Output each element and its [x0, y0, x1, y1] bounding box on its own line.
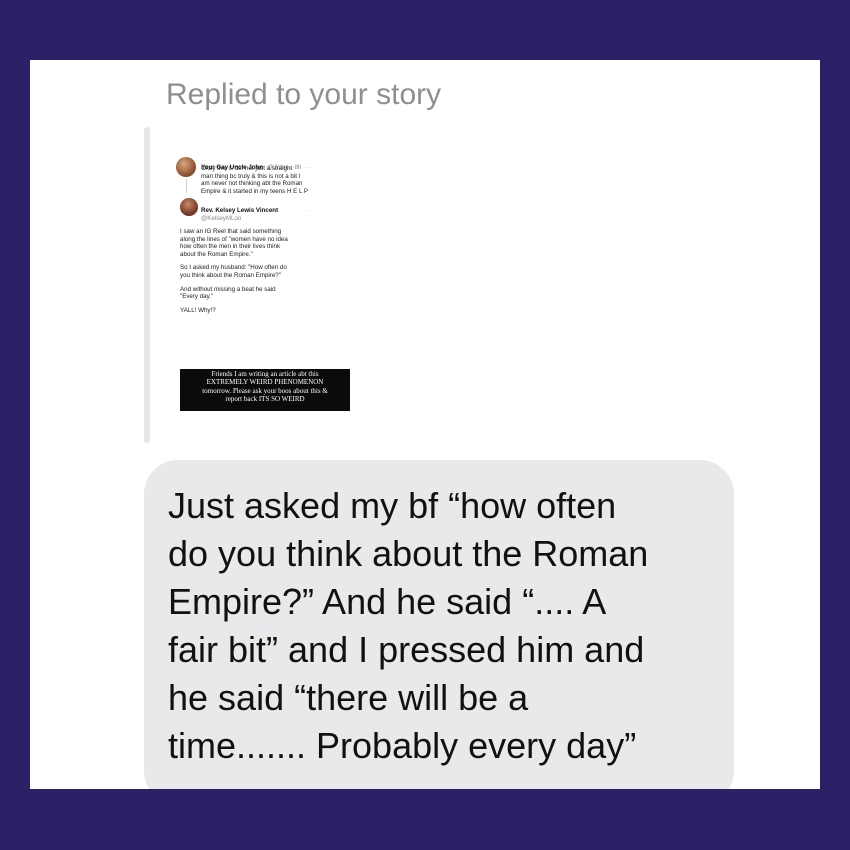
tweet-text-line: I saw an IG Reel that said something	[180, 228, 282, 235]
message-line: he said “there will be a	[168, 677, 529, 718]
tweet-text-line: Okay this is def not just a straight	[201, 165, 293, 172]
story-reply-bar	[144, 127, 150, 443]
avatar	[180, 198, 198, 216]
story-caption-line: report back ITS SO WEIRD	[225, 395, 305, 404]
story-caption-line: Friends I am writing an article abt this	[211, 370, 319, 378]
replied-to-story-label: Replied to your story	[166, 78, 442, 111]
message-line: do you think about the Roman	[168, 533, 649, 574]
conversation-card: Replied to your story Your Gay Uncle Joh…	[30, 60, 820, 789]
tweet-body: I saw an IG Reel that said something alo…	[180, 228, 288, 314]
message-text: Just asked my bf “how often do you think…	[168, 482, 648, 770]
tweet-text-line: how often the men in their lives think	[180, 243, 281, 251]
tweet-text-line: And without missing a beat he said	[180, 285, 276, 293]
story-caption: Friends I am writing an article abt this…	[180, 369, 350, 411]
tweet-text-line: man thing bc truly & this is not a bit I	[201, 172, 301, 180]
tweet-body: Okay this is def not just a straight man…	[201, 165, 308, 195]
tweet-text-line: about the Roman Empire."	[180, 250, 253, 258]
tweet-text-line: Empire & it started in my teens H E L P	[201, 187, 309, 195]
thread-connector	[186, 179, 187, 193]
tweet-text-line: YALL! Why!?	[180, 306, 216, 314]
story-caption-line: EXTREMELY WEIRD PHENOMENON	[206, 378, 324, 387]
tweet-author-handle: @KelseyMLoo	[201, 215, 242, 222]
message-line: Just asked my bf “how often	[168, 485, 617, 526]
tweet-text-line: along the lines of "women have no idea	[180, 235, 288, 243]
tweet-text-line: you think about the Roman Empire?"	[180, 271, 281, 279]
message-line: fair bit” and I pressed him and	[168, 629, 645, 670]
tweet-author-handle-row: @KelseyMLoo	[201, 207, 241, 225]
avatar	[176, 157, 196, 177]
tweet-text-line: am never not thinking abt the Roman	[201, 180, 303, 188]
story-caption-line: tomorrow. Please ask your boos about thi…	[202, 386, 328, 395]
more-icon: ···	[302, 208, 309, 214]
tweet-text-line: So I asked my husband: "How often do	[180, 264, 287, 272]
message-line: time....... Probably every day”	[168, 725, 637, 766]
message-line: Empire?” And he said “.... A	[168, 581, 607, 622]
message-bubble[interactable]: Just asked my bf “how often do you think…	[144, 460, 734, 789]
tweet-text-line: "Every day."	[180, 293, 214, 301]
